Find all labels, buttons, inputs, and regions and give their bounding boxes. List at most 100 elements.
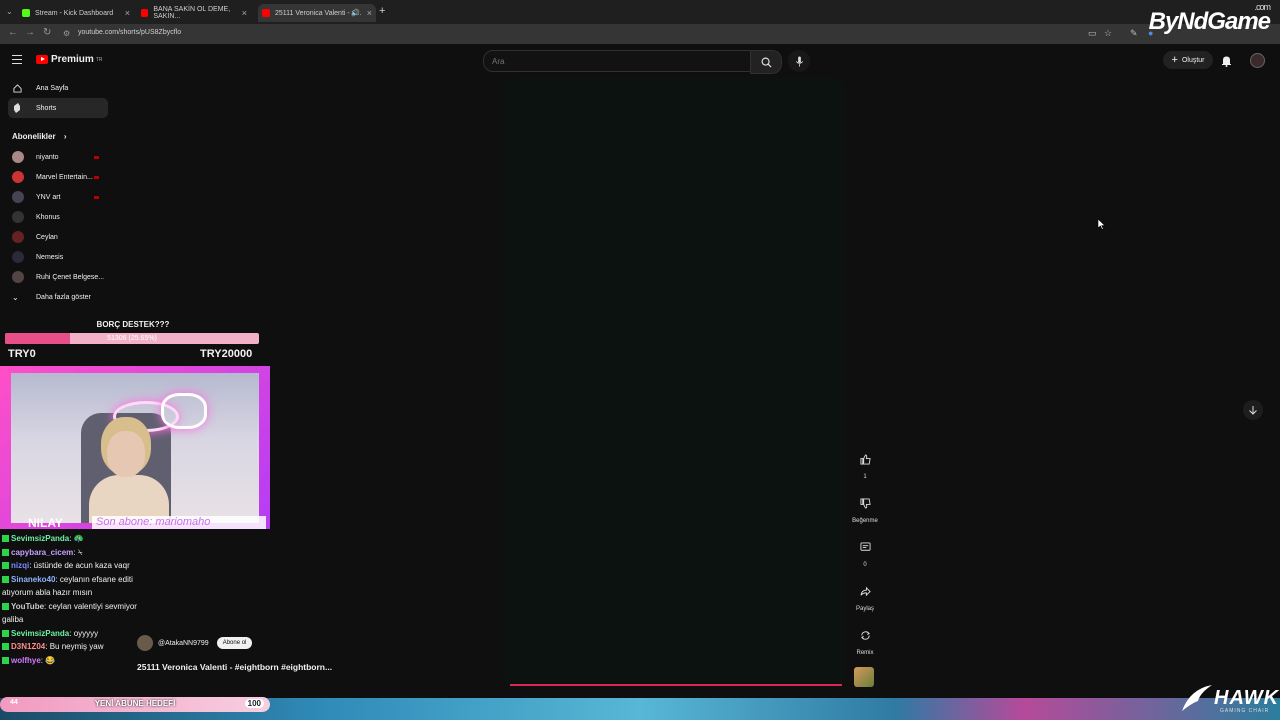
subscription-name: Nemesis	[36, 253, 64, 261]
short-title[interactable]: 25111 Veronica Valenti - #eightborn #eig…	[137, 662, 332, 672]
extension-icon[interactable]: ✎	[1130, 28, 1138, 39]
subscribe-button[interactable]: Abone ol	[216, 637, 253, 649]
chevron-down-icon: ⌄	[12, 292, 19, 302]
subscriptions-title: Abonelikler	[12, 132, 56, 141]
mouse-cursor-icon	[1097, 217, 1106, 235]
shorts-progress-fill	[510, 684, 842, 686]
shorts-video-player[interactable]	[504, 78, 846, 688]
chat-username: wolfhye	[11, 655, 41, 665]
subscription-name: Ceylan	[36, 233, 58, 241]
comment-button[interactable]: 0	[850, 538, 880, 582]
site-info-icon[interactable]: ⚙	[63, 29, 70, 38]
account-avatar[interactable]	[1250, 53, 1265, 68]
hawk-wing-icon	[1182, 685, 1212, 711]
like-button[interactable]: 1	[850, 450, 880, 494]
back-icon[interactable]: ←	[8, 27, 18, 38]
tab-list-menu-icon[interactable]: ⌄	[6, 7, 13, 16]
create-button[interactable]: + Oluştur	[1163, 51, 1213, 69]
show-more-label: Daha fazla göster	[36, 293, 91, 301]
voice-search-button[interactable]	[788, 50, 810, 72]
sidebar-subscription-item[interactable]: niyanto	[0, 147, 116, 167]
next-short-button[interactable]	[1243, 400, 1263, 420]
share-icon	[856, 582, 874, 600]
chat-username: Sinaneko40	[11, 574, 56, 584]
menu-icon[interactable]	[12, 55, 22, 67]
chat-text: : oyyyyy	[69, 628, 99, 638]
chat-username: capybara_cicem	[11, 547, 74, 557]
comment-count: 0	[863, 562, 867, 568]
chat-badge-icon	[2, 575, 9, 583]
like-count: 1	[863, 474, 867, 480]
chat-message: YouTube: ceylan valentiyi sevmiyor	[2, 600, 177, 614]
forward-icon[interactable]: →	[25, 27, 35, 38]
chat-username: nizqi	[11, 561, 30, 570]
subscription-name: Ruhi Çenet Belgese...	[36, 273, 105, 281]
show-more-button[interactable]: ⌄ Daha fazla göster	[0, 287, 116, 307]
chat-text: : 😂	[40, 655, 56, 665]
sidebar-item-shorts[interactable]: Shorts	[8, 98, 108, 118]
like-icon	[856, 450, 874, 468]
tab-kick-dashboard[interactable]: Stream - Kick Dashboard ×	[22, 4, 134, 22]
search-button[interactable]	[750, 50, 782, 74]
chat-text: galiba	[2, 615, 24, 624]
sidebar-subscription-item[interactable]: YNV art	[0, 187, 116, 207]
hawk-name: HAWK	[1214, 686, 1280, 709]
share-button[interactable]: Paylaş	[850, 582, 880, 626]
tab-youtube-short[interactable]: 25111 Veronica Valenti - #... 🔊 ×	[258, 4, 376, 22]
comment-icon	[856, 538, 874, 556]
notifications-button[interactable]	[1221, 54, 1232, 72]
home-icon	[12, 83, 22, 93]
short-channel-row: @AtakaNN9799 Abone ol	[137, 635, 253, 651]
address-bar: ← → ↻ ⚙ youtube.com/shorts/pUS8Zbycflo ▭…	[0, 24, 1280, 44]
chat-text: : ceylanın efsane editi	[55, 574, 133, 584]
cast-icon[interactable]: ▭	[1088, 28, 1097, 39]
reload-icon[interactable]: ↻	[43, 27, 51, 38]
search-icon	[761, 57, 772, 68]
chat-badge-icon	[2, 656, 9, 664]
chat-username: SevimsizPanda	[11, 628, 70, 638]
sidebar-item-home[interactable]: Ana Sayfa	[8, 78, 108, 98]
chat-badge-icon	[2, 548, 9, 556]
tab-title: BANA SAKİN OL DEME, SAKİN...	[153, 6, 231, 20]
tab-close-icon[interactable]: ×	[125, 8, 130, 18]
sidebar-subscription-item[interactable]: Nemesis	[0, 247, 116, 267]
channel-avatar	[12, 191, 24, 203]
chat-message: galiba	[2, 613, 177, 627]
subscription-name: YNV art	[36, 193, 61, 201]
speaker-icon[interactable]: 🔊	[351, 9, 360, 17]
url-text[interactable]: youtube.com/shorts/pUS8Zbycflo	[78, 29, 181, 36]
tab-close-icon[interactable]: ×	[242, 8, 247, 18]
share-label: Paylaş	[855, 606, 874, 612]
webcam-overlay: NILAY Son abone: mariomaho	[0, 366, 270, 530]
sidebar-item-label: Ana Sayfa	[36, 84, 69, 92]
subscription-name: Khonus	[36, 213, 60, 221]
arrow-down-icon	[1249, 406, 1257, 415]
youtube-logo[interactable]: Premium TR	[36, 54, 102, 65]
subscriptions-header[interactable]: Abonelikler ›	[12, 132, 116, 141]
channel-handle[interactable]: @AtakaNN9799	[158, 640, 209, 647]
sidebar-subscription-item[interactable]: Ruhi Çenet Belgese...	[0, 267, 116, 287]
audio-thumbnail[interactable]	[854, 667, 874, 687]
chat-username: YouTube	[11, 601, 45, 611]
sidebar-subscription-item[interactable]: Marvel Entertain...	[0, 167, 116, 187]
sidebar-subscription-item[interactable]: Khonus	[0, 207, 116, 227]
tab-youtube-video[interactable]: BANA SAKİN OL DEME, SAKİN... ×	[141, 4, 251, 22]
shorts-action-bar: 1 Beğenme 0 Paylaş Remix	[850, 450, 880, 670]
tab-title: 25111 Veronica Valenti - #...	[275, 9, 362, 17]
shorts-progress-bar[interactable]	[510, 684, 842, 686]
chat-badge-icon	[2, 643, 9, 651]
bookmark-star-icon[interactable]: ☆	[1104, 28, 1112, 39]
dislike-button[interactable]: Beğenme	[850, 494, 880, 538]
remix-button[interactable]: Remix	[850, 626, 880, 670]
bell-icon	[1222, 56, 1231, 67]
live-indicator-icon	[94, 175, 99, 179]
new-tab-button[interactable]: +	[379, 5, 385, 17]
browser-tab-bar: ⌄ Stream - Kick Dashboard × BANA SAKİN O…	[0, 0, 1280, 24]
tab-close-icon[interactable]: ×	[367, 8, 372, 18]
sidebar-subscription-item[interactable]: Ceylan	[0, 227, 116, 247]
donation-progress-bar: 51306 (25.65%)	[5, 333, 259, 344]
search-input[interactable]	[490, 56, 734, 67]
channel-avatar[interactable]	[137, 635, 153, 651]
channel-avatar	[12, 211, 24, 223]
plus-icon: +	[1171, 54, 1178, 66]
